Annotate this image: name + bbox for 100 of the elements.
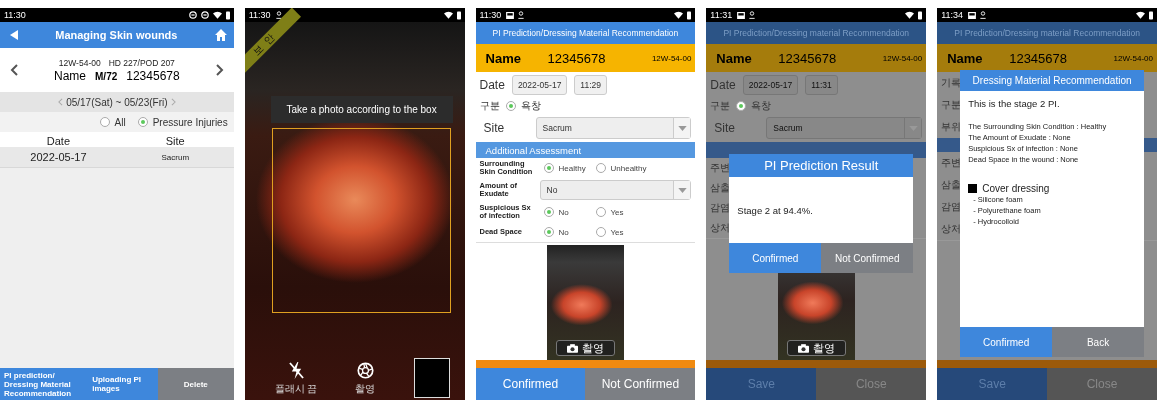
guide-message: Take a photo according to the box: [270, 96, 453, 123]
flash-label: 플래시 끔: [274, 382, 318, 396]
radio-option[interactable]: 욕창: [736, 99, 772, 113]
chevron-right-icon[interactable]: [215, 64, 224, 76]
visit-days: HD 227/POD 207: [108, 57, 175, 68]
thumbnail-button[interactable]: [413, 358, 450, 398]
radio-option[interactable]: Healthy: [543, 163, 592, 173]
action-button[interactable]: Not Confirmed: [585, 368, 696, 400]
date-label: Date: [710, 78, 736, 92]
dialog-title: Dressing Material Recommendation: [960, 70, 1144, 91]
action-button[interactable]: Not Confirmed: [821, 243, 914, 273]
square-bullet-icon: [968, 184, 978, 193]
chevron-left-icon[interactable]: [10, 64, 18, 76]
dropdown-field[interactable]: Sacrum: [535, 117, 692, 139]
category-label: 구분: [479, 99, 500, 113]
radio-option[interactable]: 욕창: [505, 99, 541, 113]
ward-code: 12W-54-00: [882, 53, 923, 63]
table-row[interactable]: 2022-05-17 Sacrum: [0, 147, 234, 168]
patient-id: 12345678: [778, 50, 837, 66]
action-button[interactable]: PI prediction/ Dressing Material Recommendation: [0, 368, 89, 400]
patient-id: 12345678: [547, 50, 606, 66]
action-button[interactable]: Confirmed: [960, 327, 1053, 357]
action-button[interactable]: Back: [1052, 327, 1144, 357]
field-label: 상처: [710, 221, 731, 235]
camera-button[interactable]: 촬영: [786, 340, 846, 356]
patient-id: 12345678: [1009, 50, 1067, 66]
back-icon[interactable]: [10, 30, 18, 40]
dropdown-value: Sacrum: [541, 122, 573, 135]
table-cell-text: Sacrum: [160, 152, 191, 162]
time-field[interactable]: 11:31: [805, 75, 838, 95]
screen-title: PI Prediction/Dressing material Recommendation: [937, 22, 1157, 44]
shutter-icon[interactable]: [357, 362, 374, 379]
person-icon: [980, 11, 987, 19]
patient-id: 12345678: [126, 68, 180, 83]
name-label: Name: [947, 50, 984, 66]
person-icon: [518, 11, 525, 19]
dialog-text: This is the stage 2 PI.: [968, 98, 1061, 109]
wifi-icon: [1136, 11, 1145, 19]
action-button[interactable]: Confirmed: [729, 243, 822, 273]
radio-option[interactable]: No: [543, 227, 592, 237]
status-time: 11:34: [941, 10, 964, 20]
field-label: 주변: [710, 161, 731, 175]
screen-title: PI Prediction/Dressing Material Recommendation: [475, 22, 696, 44]
dialog-text: Stage 2 at 94.4%.: [737, 204, 813, 216]
home-icon[interactable]: [214, 29, 227, 41]
camera-icon: [566, 343, 578, 353]
field-label: Site: [482, 121, 506, 135]
flash-off-icon[interactable]: [288, 362, 304, 379]
section-title: Additional Assessment: [485, 144, 582, 156]
action-button[interactable]: Confirmed: [475, 368, 586, 400]
person-icon: [749, 11, 756, 19]
column-header: Date: [45, 135, 72, 147]
week-range: 05/17(Sat) ~ 05/23(Fri): [66, 96, 168, 108]
status-time: 11:30: [4, 10, 26, 20]
field-label: 삼출: [710, 181, 731, 195]
dropdown-field[interactable]: Sacrum: [766, 117, 923, 139]
battery-icon: [456, 10, 461, 20]
wifi-icon: [212, 11, 222, 19]
ward-code: 12W-54-00: [1113, 53, 1153, 63]
radio-option[interactable]: No: [543, 207, 592, 217]
battery-icon: [1149, 10, 1153, 20]
radio-option[interactable]: Yes: [595, 227, 644, 237]
wifi-icon: [905, 11, 915, 19]
image-icon: [506, 11, 515, 19]
date-field[interactable]: 2022-05-17: [742, 75, 799, 95]
dropdown-value: No: [545, 184, 559, 197]
radio-option[interactable]: All: [99, 116, 126, 128]
dropdown-field[interactable]: No: [539, 180, 692, 200]
sex-age: M/72: [95, 70, 118, 82]
name-label: Name: [485, 50, 522, 66]
field-label: Site: [713, 121, 737, 135]
wifi-icon: [674, 11, 684, 19]
recommendation-heading: Cover dressing: [982, 183, 1050, 194]
dropdown-arrow-icon[interactable]: [677, 187, 687, 193]
dropdown-arrow-icon[interactable]: [677, 125, 687, 131]
image-icon: [968, 11, 977, 19]
field-label: 상처: [941, 222, 962, 236]
circle-icon: [200, 11, 209, 19]
ward-code: 12W-54-00: [651, 53, 692, 63]
screen-title: PI Prediction/Dressing material Recommendation: [706, 22, 927, 44]
time-field[interactable]: 11:29: [574, 75, 607, 95]
circle-icon: [188, 11, 197, 19]
action-button[interactable]: Uploading PI images: [88, 368, 158, 400]
date-field[interactable]: 2022-05-17: [511, 75, 568, 95]
status-time: 11:30: [479, 10, 502, 20]
person-icon: [275, 11, 282, 19]
dialog-title: PI Prediction Result: [729, 154, 914, 177]
column-header: Site: [164, 135, 186, 147]
battery-icon: [918, 10, 923, 20]
radio-option[interactable]: Pressure Injuries: [137, 116, 228, 128]
dropdown-value: Sacrum: [772, 122, 804, 135]
battery-icon: [225, 10, 230, 20]
battery-icon: [687, 10, 692, 20]
field-label: 감염: [710, 201, 731, 215]
shutter-label: 촬영: [355, 382, 376, 396]
wifi-icon: [443, 11, 453, 19]
action-button[interactable]: Delete: [157, 368, 234, 400]
field-label: 기록: [941, 76, 962, 90]
camera-button[interactable]: 촬영: [555, 340, 615, 356]
radio-option[interactable]: Yes: [595, 207, 644, 217]
